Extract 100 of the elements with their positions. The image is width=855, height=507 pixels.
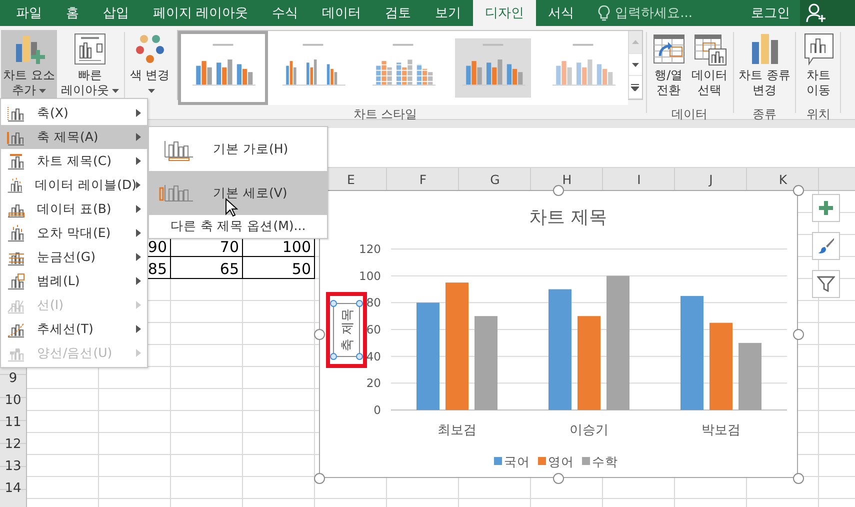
row-header[interactable]: 10 bbox=[0, 389, 26, 411]
ribbon-tab[interactable]: 삽입 bbox=[91, 0, 141, 26]
chart-element-icon bbox=[6, 104, 25, 122]
chart-element-icon bbox=[6, 272, 25, 290]
group-label: 차트 스타일 bbox=[353, 106, 418, 123]
ribbon-button[interactable]: 색 변경 bbox=[128, 30, 172, 102]
expand-icon bbox=[631, 84, 640, 91]
table-arrows-icon bbox=[652, 32, 686, 66]
menu-item[interactable]: 추세선(T) bbox=[1, 317, 147, 341]
axis-label: 100 bbox=[359, 268, 381, 283]
menu-item[interactable]: 기본 가로(H) bbox=[149, 127, 327, 171]
axis-label: 20 bbox=[366, 376, 381, 390]
plus-icon bbox=[818, 200, 834, 216]
axis-label: 40 bbox=[366, 349, 381, 364]
chart-style-thumbnail[interactable] bbox=[178, 31, 268, 105]
chart-styles-button[interactable] bbox=[812, 232, 840, 260]
chart-filter-button[interactable] bbox=[812, 270, 840, 298]
submenu-arrow-icon bbox=[136, 253, 141, 261]
table-cell: 85 bbox=[148, 263, 167, 276]
selection-frame[interactable] bbox=[330, 300, 363, 360]
menu-item[interactable]: 범례(L) bbox=[1, 269, 147, 293]
column-header[interactable]: H bbox=[562, 172, 572, 186]
menu-item[interactable]: 축(X) bbox=[1, 101, 147, 125]
submenu-arrow-icon bbox=[136, 349, 141, 357]
chart-elements-button[interactable] bbox=[812, 194, 840, 222]
table-cell: 70 bbox=[220, 241, 239, 254]
sign-in-link[interactable]: 로그인 bbox=[741, 0, 800, 26]
submenu-arrow-icon bbox=[136, 181, 141, 189]
row-header[interactable]: 14 bbox=[0, 477, 26, 499]
ribbon-tab[interactable]: 홈 bbox=[54, 0, 91, 26]
ribbon-button[interactable]: 차트 종류 변경 bbox=[736, 30, 792, 102]
person-add-icon[interactable] bbox=[806, 3, 828, 23]
submenu-arrow-icon bbox=[136, 229, 141, 237]
column-header[interactable]: K bbox=[778, 172, 788, 186]
submenu-arrow-icon bbox=[136, 301, 141, 309]
menu-item[interactable]: 기본 세로(V) bbox=[149, 171, 327, 215]
menu-item[interactable]: 눈금선(G) bbox=[1, 245, 147, 269]
caret-up-icon bbox=[632, 40, 639, 44]
chart-title: 차트 제목 bbox=[529, 207, 607, 228]
table-cell: 90 bbox=[148, 241, 167, 254]
chart-element-icon bbox=[6, 320, 25, 338]
bar-chart-icon bbox=[454, 38, 531, 98]
column-header[interactable]: G bbox=[490, 172, 500, 186]
submenu-arrow-icon bbox=[136, 109, 141, 117]
caret-icon bbox=[632, 62, 639, 66]
column-header[interactable]: F bbox=[419, 172, 427, 186]
submenu-arrow-icon bbox=[136, 133, 141, 141]
ribbon-tab[interactable]: 검토 bbox=[373, 0, 424, 26]
category-label: 최보검 bbox=[438, 423, 476, 438]
bar bbox=[738, 342, 762, 410]
column-header[interactable]: J bbox=[709, 172, 713, 186]
group-label: 데이터 bbox=[672, 106, 708, 123]
resize-handle[interactable] bbox=[314, 328, 324, 340]
category-label: 이승기 bbox=[570, 423, 608, 438]
axis-label: 0 bbox=[374, 403, 381, 417]
ribbon-button[interactable]: 데이터 선택 bbox=[690, 30, 730, 102]
row-header[interactable]: 9 bbox=[0, 367, 26, 389]
ribbon-tab[interactable]: 수식 bbox=[260, 0, 310, 26]
column-header[interactable]: E bbox=[347, 172, 355, 186]
table-cell: 100 bbox=[282, 241, 311, 254]
table-chart-icon bbox=[692, 32, 727, 66]
chart-element-icon bbox=[6, 176, 24, 194]
ribbon-tab[interactable]: 페이지 레이아웃 bbox=[141, 0, 260, 26]
menu-item[interactable]: 데이터 표(B) bbox=[1, 197, 147, 221]
ribbon-tab[interactable]: 디자인 bbox=[473, 0, 536, 26]
menu-item[interactable]: 오차 막대(E) bbox=[1, 221, 147, 245]
menu-item[interactable]: 데이터 레이블(D) bbox=[1, 173, 147, 197]
menu-item[interactable]: 차트 제목(C) bbox=[1, 149, 147, 173]
ribbon-tab[interactable]: 서식 bbox=[536, 0, 586, 26]
legend-label: 수학 bbox=[592, 454, 618, 469]
chart-element-icon bbox=[6, 152, 25, 170]
submenu-arrow-icon bbox=[136, 277, 141, 285]
submenu-arrow-icon bbox=[136, 205, 141, 213]
lightbulb-icon bbox=[598, 4, 610, 22]
row-header[interactable]: 12 bbox=[0, 433, 26, 455]
tell-me-field[interactable]: 입력하세요... bbox=[615, 4, 693, 22]
menu-item[interactable]: 축 제목(A) bbox=[1, 125, 147, 149]
ribbon-tab[interactable]: 보기 bbox=[423, 0, 474, 26]
ribbon-button[interactable]: 행/열 전환 bbox=[650, 30, 688, 102]
axis-label: 120 bbox=[359, 242, 381, 256]
table-cell: 50 bbox=[292, 263, 311, 276]
group-label: 위치 bbox=[806, 106, 830, 123]
axis-label: 60 bbox=[366, 322, 381, 336]
row-header[interactable]: 13 bbox=[0, 455, 26, 477]
ribbon-button[interactable]: 차트 이동 bbox=[799, 30, 838, 102]
ribbon-tab[interactable]: 파일 bbox=[4, 0, 54, 26]
brush-icon bbox=[817, 237, 835, 255]
ribbon-tab[interactable]: 데이터 bbox=[310, 0, 374, 26]
resize-handle[interactable] bbox=[314, 472, 324, 484]
submenu-arrow-icon bbox=[136, 157, 141, 165]
table-cell: 65 bbox=[220, 263, 239, 276]
column-header[interactable]: I bbox=[637, 172, 641, 186]
row-header[interactable]: 11 bbox=[0, 411, 26, 433]
chart-element-icon bbox=[6, 224, 25, 242]
chart-area[interactable]: 차트 제목 0 20 40 60 80 100 120 최보검 이승기 박보검 국어 영어 수학 축 제목 bbox=[319, 190, 798, 478]
legend-label: 국어 bbox=[504, 454, 530, 469]
submenu-arrow-icon bbox=[136, 325, 141, 333]
filter-icon bbox=[817, 275, 835, 293]
layout-icon bbox=[72, 32, 107, 66]
axis-label: 80 bbox=[366, 296, 381, 310]
